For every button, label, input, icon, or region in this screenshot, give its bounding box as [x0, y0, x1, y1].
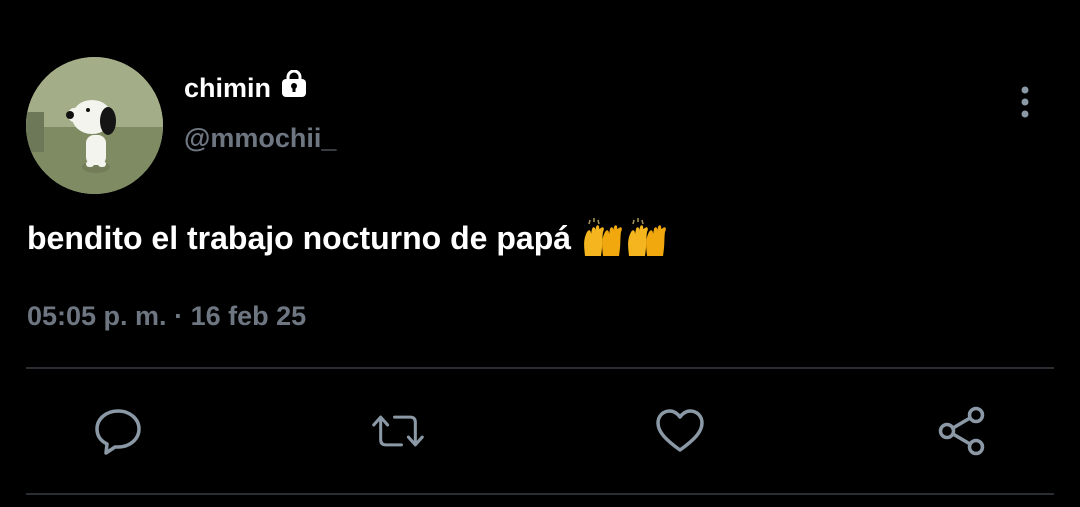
share-icon: [938, 406, 985, 456]
tweet-text-row: bendito el trabajo nocturno de papá: [27, 216, 667, 260]
snoopy-avatar-image: [26, 57, 163, 194]
avatar[interactable]: [26, 57, 163, 194]
reply-button[interactable]: [92, 405, 144, 457]
divider-bottom: [26, 493, 1054, 495]
reply-icon: [95, 409, 141, 455]
display-name-row: chimin: [184, 69, 309, 106]
tweet-time: 05:05 p. m.: [27, 301, 167, 331]
lock-icon: [279, 69, 309, 100]
share-button[interactable]: [936, 405, 988, 457]
tweet-text: bendito el trabajo nocturno de papá: [27, 220, 572, 256]
divider: [26, 367, 1054, 369]
user-handle[interactable]: @mmochii_: [184, 120, 336, 156]
retweet-button[interactable]: [372, 405, 424, 457]
raising-hands-emoji: [581, 218, 667, 258]
more-vertical-icon: [1021, 86, 1029, 118]
retweet-icon: [372, 415, 424, 447]
like-button[interactable]: [654, 405, 706, 457]
tweet-date: 16 feb 25: [190, 301, 307, 331]
meta-separator: ·: [174, 301, 184, 331]
more-options-button[interactable]: [1005, 80, 1045, 124]
heart-icon: [656, 409, 704, 452]
display-name[interactable]: chimin: [184, 70, 271, 106]
tweet-timestamp: 05:05 p. m. · 16 feb 25: [27, 298, 306, 334]
